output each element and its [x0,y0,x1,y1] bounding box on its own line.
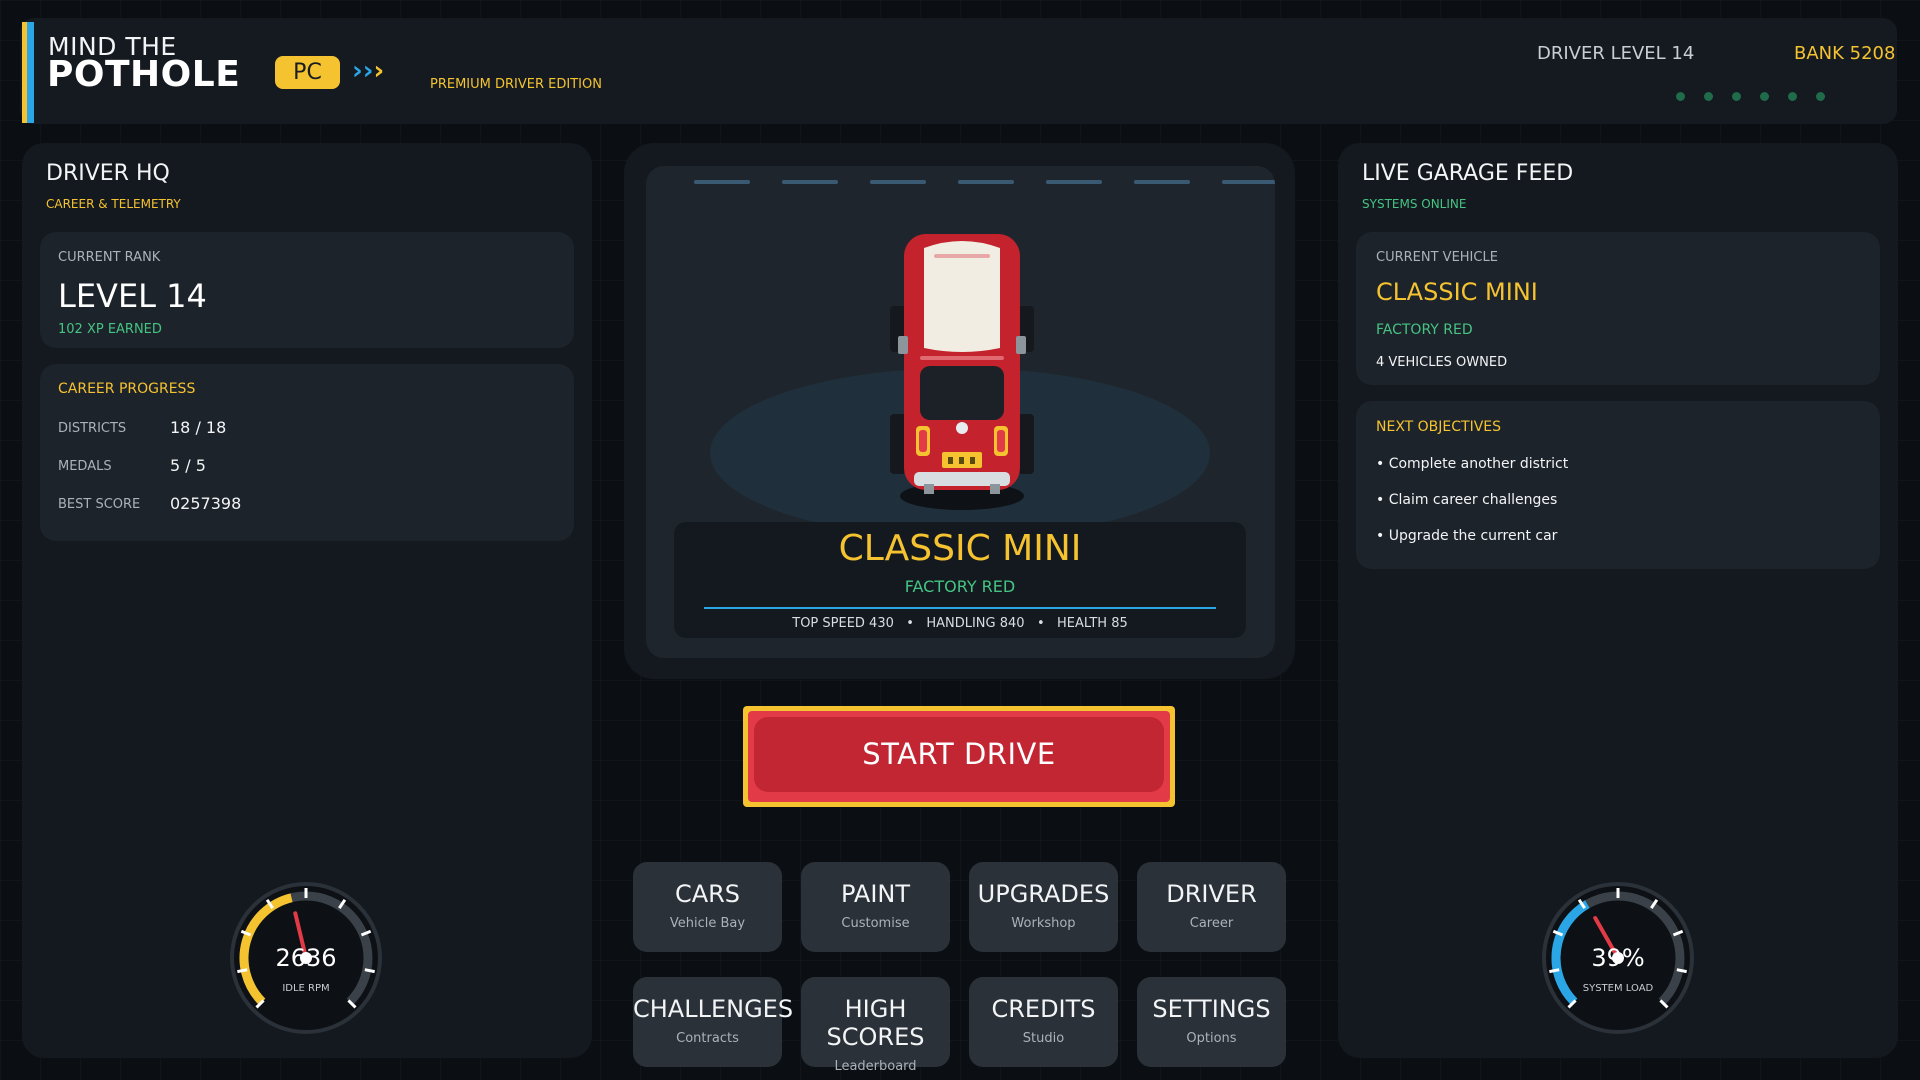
menu-button-title: HIGH SCORES [826,995,925,1051]
menu-button-title: CARS [674,880,741,908]
current-rank-label: CURRENT RANK [58,250,161,265]
rpm-gauge-label: IDLE RPM [282,983,330,994]
stat-label-best-score: BEST SCORE [58,497,141,512]
car-name: CLASSIC MINI [838,528,1082,569]
menu-button-subtitle: Studio [1022,1031,1065,1046]
current-vehicle-paint: FACTORY RED [1376,322,1473,338]
menu-button-upgrades[interactable]: UPGRADES Workshop [969,862,1118,952]
menu-button-subtitle: Career [1189,916,1234,931]
current-vehicle-label: CURRENT VEHICLE [1376,250,1498,265]
objective-item: • Upgrade the current car [1376,528,1558,544]
driver-hq-subtitle: CAREER & TELEMETRY [46,197,181,211]
status-dots [1676,86,1844,105]
road-dash [1046,180,1102,184]
road-dash [958,180,1014,184]
objective-item: • Claim career challenges [1376,492,1558,508]
road-dash [782,180,838,184]
vehicles-owned: 4 VEHICLES OWNED [1376,355,1508,370]
menu-button-cars[interactable]: CARS Vehicle Bay [633,862,782,952]
road-dash [694,180,750,184]
car-stats-line: TOP SPEED 430 • HANDLING 840 • HEALTH 85 [792,616,1128,631]
status-dot [1760,92,1769,101]
current-rank-value: LEVEL 14 [58,277,207,315]
road-dash [1134,180,1190,184]
menu-button-subtitle: Workshop [1011,916,1076,931]
status-dot [1676,92,1685,101]
chevron-right-icon: ››› [352,56,385,86]
stat-value-best-score: 0257398 [170,494,242,513]
stat-label-districts: DISTRICTS [58,421,127,436]
xp-earned: 102 XP EARNED [58,322,162,337]
stat-label-medals: MEDALS [58,459,112,474]
menu-button-subtitle: Options [1186,1031,1237,1046]
menu-button-title: CREDITS [991,995,1096,1023]
menu-button-title: PAINT [840,880,911,908]
edition-label: PREMIUM DRIVER EDITION [430,77,602,92]
garage-feed-subtitle: SYSTEMS ONLINE [1362,197,1467,211]
menu-button-subtitle: Customise [841,916,910,931]
classic-mini-car-icon [890,234,1034,510]
menu-button-settings[interactable]: SETTINGS Options [1137,977,1286,1067]
status-dot [1788,92,1797,101]
status-dot [1816,92,1825,101]
stat-value-medals: 5 / 5 [170,456,206,475]
start-drive-label[interactable]: START DRIVE [754,717,1164,792]
car-paint: FACTORY RED [904,577,1016,596]
game-title-line2: POTHOLE [47,54,241,95]
driver-hq-title: DRIVER HQ [46,161,170,186]
menu-button-credits[interactable]: CREDITS Studio [969,977,1118,1067]
menu-button-paint[interactable]: PAINT Customise [801,862,950,952]
header-accent-stripe [22,22,34,123]
objective-item: • Complete another district [1376,456,1569,472]
menu-button-title: CHALLENGES [633,995,794,1023]
bank-balance: BANK 5208 [1794,43,1896,64]
platform-badge: PC [275,56,340,89]
rpm-gauge-value: 2636 [275,944,337,972]
status-dot [1704,92,1713,101]
driver-level-readout: DRIVER LEVEL 14 [1537,43,1695,64]
garage-feed-title: LIVE GARAGE FEED [1362,161,1574,186]
career-progress-title: CAREER PROGRESS [58,381,196,397]
menu-button-subtitle: Contracts [676,1031,739,1046]
road-dash [870,180,926,184]
menu-button-high-scores[interactable]: HIGH SCORES Leaderboard [801,977,950,1074]
menu-button-subtitle: Vehicle Bay [669,916,746,931]
system-load-value: 39% [1591,944,1645,972]
menu-button-driver[interactable]: DRIVER Career [1137,862,1286,952]
road-dash [1222,180,1275,184]
car-info-divider [704,607,1216,609]
menu-button-title: SETTINGS [1152,995,1271,1023]
status-dot [1732,92,1741,101]
menu-button-title: UPGRADES [977,880,1110,908]
stat-value-districts: 18 / 18 [170,418,227,437]
menu-button-challenges[interactable]: CHALLENGES Contracts [633,977,794,1067]
menu-button-subtitle: Leaderboard [834,1059,917,1074]
current-vehicle-name: CLASSIC MINI [1376,278,1538,306]
menu-button-title: DRIVER [1166,880,1257,908]
next-objectives-title: NEXT OBJECTIVES [1376,419,1502,435]
system-load-label: SYSTEM LOAD [1582,983,1654,994]
